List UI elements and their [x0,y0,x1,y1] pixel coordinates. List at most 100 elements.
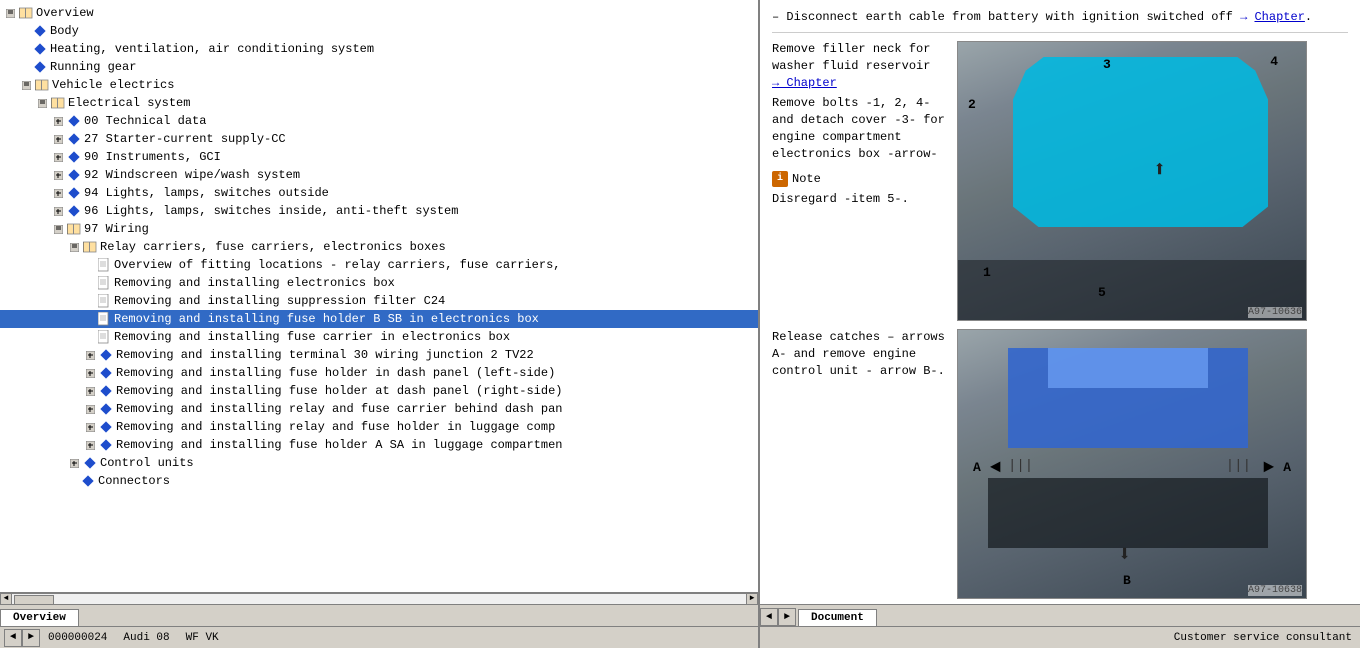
scroll-track[interactable] [12,593,746,605]
diamond-icon-rem-fuse-sa [98,437,114,453]
tab-overview[interactable]: Overview [0,609,79,626]
tree-item-90-inst[interactable]: 90 Instruments, GCI [0,148,758,166]
diamond-icon-94-lights [66,185,82,201]
tree-item-control-units[interactable]: Control units [0,454,758,472]
expand-icon-rem-relay-lug[interactable] [84,421,96,433]
diamond-icon-control-units [82,455,98,471]
tree-item-overview-fitting[interactable]: Overview of fitting locations - relay ca… [0,256,758,274]
scroll-left-btn[interactable]: ◄ [0,593,12,605]
expand-icon-relay[interactable] [68,241,80,253]
tree-item-rem-relay-lug[interactable]: Removing and installing relay and fuse h… [0,418,758,436]
tree-item-rem-fuse-sb[interactable]: Removing and installing fuse holder B SB… [0,310,758,328]
right-nav-back[interactable]: ◄ [760,608,778,626]
tree-item-running[interactable]: Running gear [0,58,758,76]
tree-item-overview[interactable]: Overview [0,4,758,22]
tree-item-label-running: Running gear [50,60,136,74]
book-icon-relay [82,239,98,255]
tree-item-label-97-wiring: 97 Wiring [84,222,149,236]
chapter-link-1[interactable]: Chapter [1254,10,1304,24]
note-label: Note [792,171,821,188]
tree-item-body[interactable]: Body [0,22,758,40]
tree-item-label-rem-fuse-dash-r: Removing and installing fuse holder at d… [116,384,562,398]
scroll-right-btn[interactable]: ► [746,593,758,605]
expand-icon-elec-sys[interactable] [36,97,48,109]
tree-item-00-tech[interactable]: 00 Technical data [0,112,758,130]
label-1: 1 [983,265,991,280]
chapter-link-2[interactable]: → Chapter [772,76,837,90]
label-b: B [1123,573,1131,588]
filler-neck-text: Remove filler neck for washer fluid rese… [772,41,949,91]
expand-icon-rem-fuse-dash-r[interactable] [84,385,96,397]
right-tabs-bar: ◄ ► Document [760,604,1360,626]
scroll-thumb[interactable] [14,595,54,605]
tree-area[interactable]: Overview Body Heating, ventilation, air co… [0,0,758,592]
tree-item-label-27-starter: 27 Starter-current supply-CC [84,132,286,146]
tree-item-rem-elec-box[interactable]: Removing and installing electronics box [0,274,758,292]
expand-icon-rem-terminal30[interactable] [84,349,96,361]
chapter-arrow: → [1240,10,1254,24]
horizontal-scrollbar[interactable]: ◄ ► [0,592,758,604]
disconnect-text: – Disconnect earth cable from battery wi… [772,10,1233,24]
diamond-icon-rem-relay-lug [98,419,114,435]
book-icon-overview [18,5,34,21]
lines-right: ||| [1226,458,1251,474]
tree-item-connectors[interactable]: Connectors [0,472,758,490]
status-code: 000000024 [48,632,107,644]
expand-icon-vehicle-elec[interactable] [20,79,32,91]
tree-item-27-starter[interactable]: 27 Starter-current supply-CC [0,130,758,148]
tree-item-92-wiper[interactable]: 92 Windscreen wipe/wash system [0,166,758,184]
expand-icon-overview[interactable] [4,7,16,19]
diamond-icon-92-wiper [66,167,82,183]
left-status-bar: ◄ ► 000000024 Audi 08 WF VK [0,626,758,648]
expand-icon-rem-relay-dash[interactable] [84,403,96,415]
tree-item-rem-fuse-dash-l[interactable]: Removing and installing fuse holder in d… [0,364,758,382]
tree-item-94-lights[interactable]: 94 Lights, lamps, switches outside [0,184,758,202]
expand-icon-00-tech[interactable] [52,115,64,127]
right-nav-fwd[interactable]: ► [778,608,796,626]
tree-item-rem-fuse-sa[interactable]: Removing and installing fuse holder A SA… [0,436,758,454]
tree-item-rem-fuse-carrier[interactable]: Removing and installing fuse carrier in … [0,328,758,346]
tree-item-vehicle-elec[interactable]: Vehicle electrics [0,76,758,94]
tree-item-rem-terminal30[interactable]: Removing and installing terminal 30 wiri… [0,346,758,364]
right-content[interactable]: – Disconnect earth cable from battery wi… [760,0,1360,604]
expand-icon-rem-fuse-sa[interactable] [84,439,96,451]
tree-item-hvac[interactable]: Heating, ventilation, air conditioning s… [0,40,758,58]
book-icon-elec-sys [50,95,66,111]
expand-icon-96-lights[interactable] [52,205,64,217]
diamond-icon-00-tech [66,113,82,129]
diamond-icon-rem-terminal30 [98,347,114,363]
doc-icon-rem-fuse-sb [96,311,112,327]
expand-icon-90-inst[interactable] [52,151,64,163]
expand-icon-94-lights[interactable] [52,187,64,199]
expand-icon-27-starter[interactable] [52,133,64,145]
tree-item-label-overview-fitting: Overview of fitting locations - relay ca… [114,258,560,272]
tree-item-label-body: Body [50,24,79,38]
image-1-caption: A97-10636 [1248,307,1302,318]
tree-item-label-rem-fuse-sb: Removing and installing fuse holder B SB… [114,312,539,326]
right-panel: – Disconnect earth cable from battery wi… [760,0,1360,604]
tree-item-rem-relay-dash[interactable]: Removing and installing relay and fuse c… [0,400,758,418]
tree-item-rem-fuse-dash-r[interactable]: Removing and installing fuse holder at d… [0,382,758,400]
tree-item-label-vehicle-elec: Vehicle electrics [52,78,174,92]
tree-item-label-hvac: Heating, ventilation, air conditioning s… [50,42,374,56]
tree-item-96-lights[interactable]: 96 Lights, lamps, switches inside, anti-… [0,202,758,220]
expand-icon-92-wiper[interactable] [52,169,64,181]
images-section: Remove filler neck for washer fluid rese… [772,41,1348,604]
expand-icon-control-units[interactable] [68,457,80,469]
image-col-1: 4 2 3 1 5 ⬆ A97-10636 [957,41,1348,321]
nav-fwd-btn[interactable]: ► [22,629,40,647]
note-text: Disregard -item 5-. [772,191,949,208]
tree-item-relay[interactable]: Relay carriers, fuse carriers, electroni… [0,238,758,256]
expand-icon-97-wiring[interactable] [52,223,64,235]
arrow-b: ⬇ [1118,542,1131,568]
tree-item-elec-sys[interactable]: Electrical system [0,94,758,112]
tab-document[interactable]: Document [798,609,877,626]
tree-item-label-overview: Overview [36,6,94,20]
label-a-left: A [973,460,981,475]
tree-item-rem-suppress[interactable]: Removing and installing suppression filt… [0,292,758,310]
diamond-icon-rem-fuse-dash-l [98,365,114,381]
tree-item-97-wiring[interactable]: 97 Wiring [0,220,758,238]
tree-item-label-rem-fuse-carrier: Removing and installing fuse carrier in … [114,330,510,344]
nav-back-btn[interactable]: ◄ [4,629,22,647]
expand-icon-rem-fuse-dash-l[interactable] [84,367,96,379]
